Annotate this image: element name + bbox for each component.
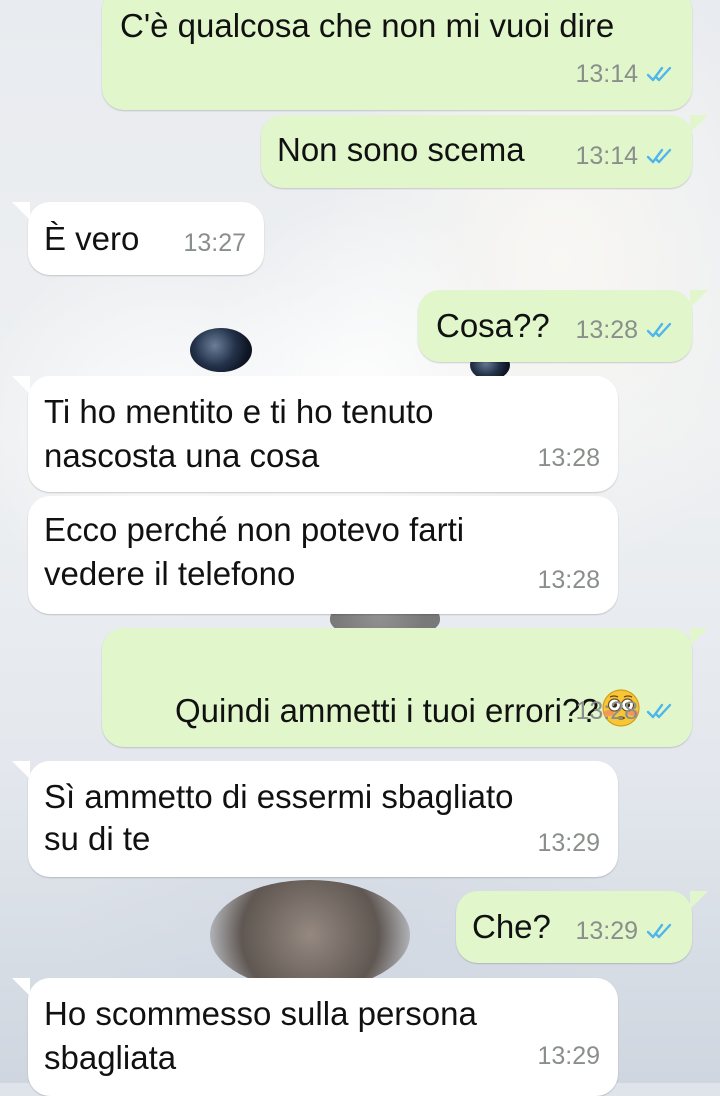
message-text: Cosa??	[436, 307, 550, 344]
message-time: 13:28	[575, 316, 638, 344]
message-meta: 13:29	[575, 909, 674, 953]
message-time: 13:27	[183, 229, 246, 257]
message-time: 13:29	[537, 829, 600, 857]
message-text-line-2: vedere il telefono	[44, 555, 296, 592]
message-text-line-1: Ho scommesso sulla persona	[44, 995, 477, 1032]
outgoing-message[interactable]: Cosa?? 13:28	[418, 290, 708, 362]
message-meta: 13:28	[537, 436, 600, 480]
message-meta: 13:27	[183, 221, 246, 265]
outgoing-message[interactable]: Quindi ammetti i tuoi errori?? 13:28	[102, 628, 708, 747]
double-check-icon	[646, 923, 672, 939]
message-time: 13:29	[537, 1042, 600, 1070]
message-text: Che?	[472, 908, 551, 945]
message-text: Non sono scema	[277, 131, 525, 168]
message-text: C'è qualcosa che non mi vuoi dire	[120, 7, 615, 44]
message-text: È vero	[44, 220, 140, 257]
incoming-message[interactable]: Ho scommesso sulla persona sbagliata 13:…	[12, 978, 618, 1096]
double-check-icon	[646, 703, 672, 719]
incoming-message[interactable]: Ecco perché non potevo farti vedere il t…	[28, 496, 618, 614]
message-text-line-1: Sì ammetto di essermi sbagliato	[44, 778, 514, 815]
message-text-line-2: su di te	[44, 820, 151, 857]
message-text-row: Quindi ammetti i tuoi errori??	[120, 644, 641, 777]
message-text-line-2: nascosta una cosa	[44, 437, 320, 474]
message-meta: 13:29	[537, 1034, 600, 1078]
message-time: 13:29	[575, 917, 638, 945]
message-time: 13:28	[575, 697, 638, 725]
message-text-line-1: Ecco perché non potevo farti	[44, 511, 465, 548]
message-time: 13:28	[537, 566, 600, 594]
incoming-message[interactable]: Ti ho mentito e ti ho tenuto nascosta un…	[12, 376, 618, 492]
message-meta: 13:14	[575, 134, 674, 178]
message-text-line-2: sbagliata	[44, 1039, 177, 1076]
outgoing-message[interactable]: C'è qualcosa che non mi vuoi dire 13:14	[102, 0, 692, 110]
message-meta: 13:29	[537, 821, 600, 865]
double-check-icon	[646, 148, 672, 164]
message-meta: 13:28	[537, 558, 600, 602]
incoming-message[interactable]: Sì ammetto di essermi sbagliato su di te…	[12, 761, 618, 877]
incoming-message[interactable]: È vero 13:27	[12, 202, 264, 275]
message-text-line-1: Ti ho mentito e ti ho tenuto	[44, 393, 434, 430]
message-text: Quindi ammetti i tuoi errori??	[175, 692, 599, 729]
message-time: 13:14	[575, 60, 638, 88]
chat-conversation: C'è qualcosa che non mi vuoi dire 13:14 …	[0, 0, 720, 1096]
message-meta: 13:28	[575, 689, 674, 733]
message-meta: 13:14	[575, 52, 674, 96]
outgoing-message[interactable]: Non sono scema 13:14	[261, 115, 708, 188]
message-time: 13:28	[537, 444, 600, 472]
message-meta: 13:28	[575, 308, 674, 352]
double-check-icon	[646, 66, 672, 82]
double-check-icon	[646, 322, 672, 338]
outgoing-message[interactable]: Che? 13:29	[456, 891, 708, 963]
message-time: 13:14	[575, 142, 638, 170]
